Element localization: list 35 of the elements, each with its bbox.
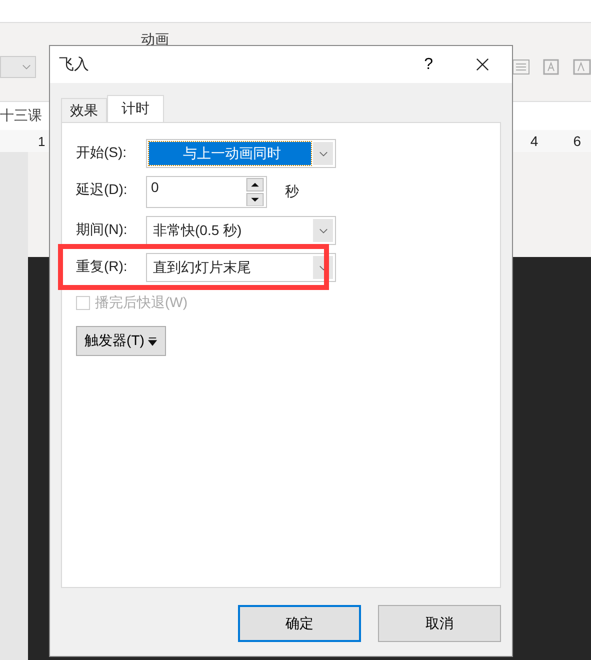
close-icon[interactable] <box>475 57 490 72</box>
text-box-icon[interactable] <box>571 57 591 77</box>
field-label: 期间(N): <box>76 220 128 239</box>
ruler-number: 1 <box>38 134 46 148</box>
ruler-number: 6 <box>573 133 581 149</box>
caret-icon <box>318 150 328 156</box>
window-title: 飞入 <box>59 55 90 74</box>
dropdown-value: 与上一动画同时 <box>149 142 311 165</box>
dropdown[interactable]: 直到幻灯片末尾 <box>146 253 336 282</box>
tab[interactable]: 效果 <box>61 98 107 122</box>
ruler-number: 4 <box>530 133 538 149</box>
field-label: 开始(S): <box>76 143 128 162</box>
caret-icon <box>318 228 328 234</box>
dialog-button[interactable]: 取消 <box>378 605 501 642</box>
slide-tab[interactable]: 十三课 <box>0 107 42 125</box>
help-button[interactable]: ? <box>424 56 433 74</box>
unit-label: 秒 <box>285 183 299 201</box>
text-box-icon[interactable] <box>541 57 561 77</box>
dropdown[interactable]: 与上一动画同时 <box>146 139 336 168</box>
caret-icon <box>22 64 31 70</box>
dropdown[interactable] <box>0 56 36 78</box>
dialog-button[interactable]: 确定 <box>238 605 361 642</box>
ribbon-tab[interactable]: 动画 <box>141 31 169 49</box>
tab[interactable]: 计时 <box>107 95 164 122</box>
dropdown-value: 直到幻灯片末尾 <box>152 258 252 277</box>
caret-icon <box>148 336 158 346</box>
dropdown-button[interactable] <box>313 142 333 165</box>
checkbox-label: 播完后快退(W) <box>95 294 188 312</box>
field-label: 重复(R): <box>76 257 128 276</box>
dropdown-button[interactable] <box>313 219 333 242</box>
dropdown-value: 非常快(0.5 秒) <box>152 221 243 240</box>
trigger-button[interactable]: 触发器(T) <box>76 326 166 356</box>
align-icon[interactable] <box>511 57 531 77</box>
field-label: 延迟(D): <box>76 180 128 199</box>
dropdown[interactable]: 非常快(0.5 秒) <box>146 216 336 245</box>
